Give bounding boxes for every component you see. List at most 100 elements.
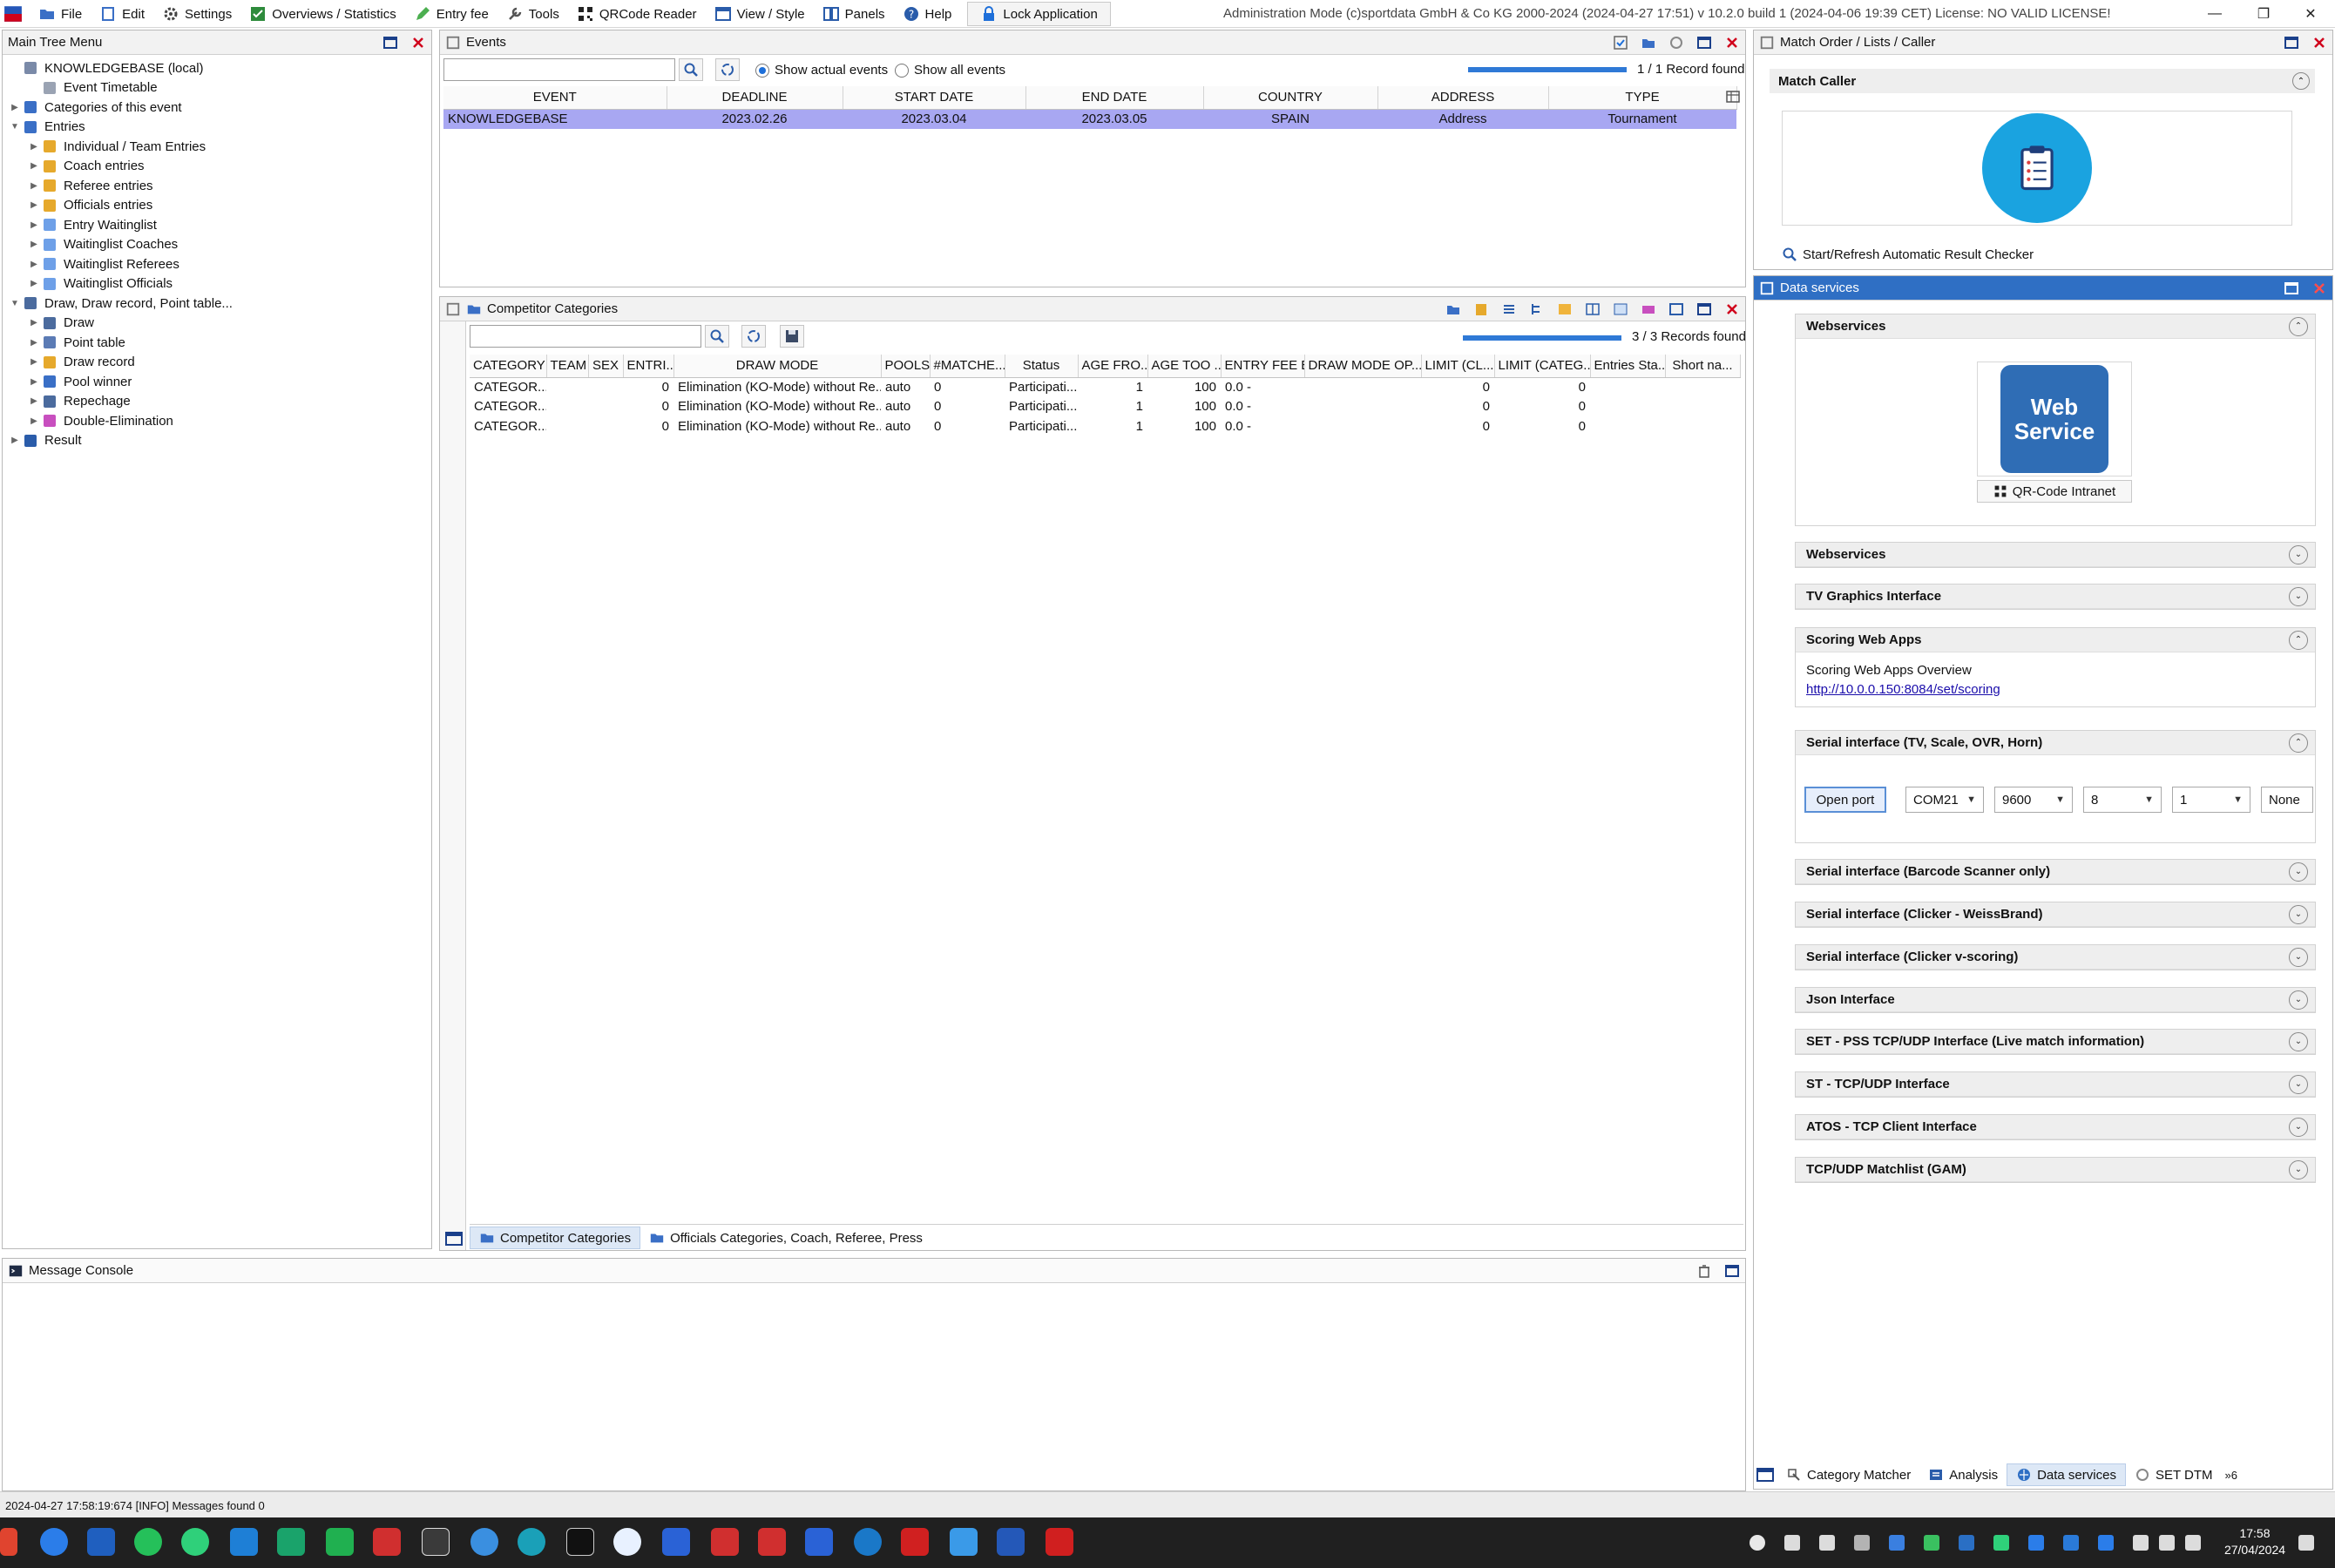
match-order-close-button[interactable] xyxy=(2310,33,2329,52)
tree-node[interactable]: ▶ Pool winner xyxy=(3,372,431,392)
arduino-icon[interactable] xyxy=(518,1528,545,1556)
close-window-button[interactable]: ✕ xyxy=(2286,0,2335,28)
table-row[interactable]: CATEGOR... 0 Elimination (KO-Mode) without… xyxy=(470,416,1740,436)
serial-tv-header[interactable]: Serial interface (TV, Scale, OVR, Horn) ⌃ xyxy=(1796,731,2315,755)
column-header[interactable]: START DATE xyxy=(843,86,1026,110)
tree-node[interactable]: Event Timetable xyxy=(3,78,431,98)
notes-app-icon[interactable] xyxy=(422,1528,450,1556)
menu-edit[interactable]: Edit xyxy=(91,2,153,26)
menu-view-style[interactable]: View / Style xyxy=(706,2,814,26)
column-header[interactable]: Status xyxy=(1005,355,1079,378)
events-search-input[interactable] xyxy=(443,58,675,81)
tree-node[interactable]: ▶ Referee entries xyxy=(3,176,431,196)
calculator-icon[interactable] xyxy=(277,1528,305,1556)
vscode-icon[interactable] xyxy=(230,1528,258,1556)
collapse-icon[interactable]: ⌃ xyxy=(2289,630,2308,650)
expand-icon[interactable]: ⌄ xyxy=(2289,544,2308,564)
bluetooth-icon[interactable] xyxy=(2063,1535,2079,1551)
sync-app-icon[interactable] xyxy=(181,1528,209,1556)
tree-node[interactable]: ▶ Categories of this event xyxy=(3,98,431,118)
expand-arrow-icon[interactable]: ▶ xyxy=(27,238,41,252)
qr-code-intranet-button[interactable]: QR-Code Intranet xyxy=(1977,480,2132,503)
terminal-icon[interactable] xyxy=(566,1528,594,1556)
tv-graphics-section[interactable]: TV Graphics Interface ⌄ xyxy=(1795,584,2316,610)
tool-tree-button[interactable] xyxy=(1527,300,1547,319)
tcp-udp-matchlist-section[interactable]: TCP/UDP Matchlist (GAM) ⌄ xyxy=(1795,1157,2316,1183)
tree-node[interactable]: ▶ Double-Elimination xyxy=(3,411,431,431)
menu-help[interactable]: ? Help xyxy=(894,2,961,26)
word-icon[interactable] xyxy=(997,1528,1025,1556)
expand-icon[interactable]: ⌄ xyxy=(2289,586,2308,606)
column-header[interactable]: AGE TOO ... xyxy=(1147,355,1222,378)
tray-music-icon[interactable] xyxy=(1819,1535,1835,1551)
column-header[interactable]: Short na... xyxy=(1665,355,1741,378)
tray-app4-icon[interactable] xyxy=(1959,1535,1974,1551)
column-header[interactable]: ADDRESS xyxy=(1377,86,1549,110)
volume-icon[interactable] xyxy=(2159,1535,2175,1551)
tray-app5-icon[interactable] xyxy=(2028,1535,2044,1551)
column-header[interactable]: AGE FRO... xyxy=(1078,355,1148,378)
column-header[interactable]: LIMIT (CL... xyxy=(1421,355,1495,378)
tree-node[interactable]: ▶ Entry Waitinglist xyxy=(3,215,431,235)
collapse-icon[interactable]: ⌃ xyxy=(2289,733,2308,753)
column-header[interactable]: ENTRI... xyxy=(623,355,674,378)
serial-port-select[interactable]: COM21 ▼ xyxy=(1905,787,1984,813)
expand-arrow-icon[interactable]: ▶ xyxy=(27,375,41,389)
edge-icon[interactable] xyxy=(613,1528,641,1556)
events-filter-button[interactable] xyxy=(1611,33,1630,52)
tool-open-button[interactable] xyxy=(1444,300,1463,319)
events-close-button[interactable] xyxy=(1722,33,1742,52)
table-row[interactable]: CATEGOR... 0 Elimination (KO-Mode) without… xyxy=(470,377,1740,397)
serial-barcode-section[interactable]: Serial interface (Barcode Scanner only) ⌄ xyxy=(1795,859,2316,885)
webservices-section-header[interactable]: Webservices ⌃ xyxy=(1796,314,2315,339)
tree-node[interactable]: ▶ Coach entries xyxy=(3,157,431,177)
expand-icon[interactable]: ⌄ xyxy=(2289,1117,2308,1137)
stop-bits-select[interactable]: 1 ▼ xyxy=(2172,787,2250,813)
menu-qrcode-reader[interactable]: QRCode Reader xyxy=(568,2,706,26)
lock-application-button[interactable]: Lock Application xyxy=(967,2,1111,26)
column-chooser-icon[interactable] xyxy=(1726,90,1740,104)
expand-arrow-icon[interactable]: ▶ xyxy=(27,199,41,213)
tool-export-button[interactable] xyxy=(1667,300,1686,319)
column-header[interactable]: DRAW MODE xyxy=(673,355,882,378)
events-open-button[interactable] xyxy=(1639,33,1658,52)
serial-weissbrand-section[interactable]: Serial interface (Clicker - WeissBrand) ⌄ xyxy=(1795,902,2316,928)
expand-icon[interactable]: ⌄ xyxy=(2289,1074,2308,1094)
expand-arrow-icon[interactable]: ▶ xyxy=(27,316,41,330)
column-header[interactable]: SEX xyxy=(588,355,624,378)
brave-browser-icon[interactable] xyxy=(0,1528,17,1556)
column-header[interactable]: ENTRY FEE E... xyxy=(1221,355,1305,378)
maximize-panel-button[interactable] xyxy=(381,33,400,52)
acrobat-icon[interactable] xyxy=(1046,1528,1073,1556)
tree-node[interactable]: ▶ Result xyxy=(3,431,431,451)
console-maximize-button[interactable] xyxy=(1722,1261,1742,1281)
expand-arrow-icon[interactable]: ▶ xyxy=(27,179,41,193)
data-services-close-button[interactable] xyxy=(2310,279,2329,298)
tray-app3-icon[interactable] xyxy=(1889,1535,1905,1551)
column-header[interactable]: TYPE xyxy=(1548,86,1737,110)
expand-arrow-icon[interactable]: ▶ xyxy=(8,434,22,448)
categories-maximize-button[interactable] xyxy=(1695,300,1714,319)
menu-settings[interactable]: Settings xyxy=(153,2,240,26)
tray-app-icon[interactable] xyxy=(1750,1535,1765,1551)
sportdata-blue2-icon[interactable] xyxy=(805,1528,833,1556)
column-header[interactable]: POOLS xyxy=(881,355,931,378)
expand-arrow-icon[interactable]: ▶ xyxy=(27,335,41,349)
expand-arrow-icon[interactable]: ▶ xyxy=(27,277,41,291)
json-interface-section[interactable]: Json Interface ⌄ xyxy=(1795,987,2316,1013)
match-order-maximize-button[interactable] xyxy=(2282,33,2301,52)
notifications-icon[interactable] xyxy=(2298,1535,2314,1551)
categories-search-input[interactable] xyxy=(470,325,701,348)
tab-competitor-categories[interactable]: Competitor Categories xyxy=(470,1227,641,1249)
column-header[interactable]: Entries Sta... xyxy=(1590,355,1666,378)
st-tcp-udp-section[interactable]: ST - TCP/UDP Interface ⌄ xyxy=(1795,1071,2316,1098)
expand-icon[interactable]: ⌄ xyxy=(2289,947,2308,967)
collapse-icon[interactable]: ⌃ xyxy=(2292,72,2310,90)
tree-node[interactable]: ▶ Point table xyxy=(3,333,431,353)
excel-like-icon[interactable] xyxy=(326,1528,354,1556)
expand-arrow-icon[interactable]: ▶ xyxy=(27,395,41,409)
collapse-icon[interactable]: ⌃ xyxy=(2289,316,2308,336)
tab-set-dtm[interactable]: SET DTM xyxy=(2126,1463,2222,1486)
tray-app6-icon[interactable] xyxy=(2098,1535,2114,1551)
tool-list-button[interactable] xyxy=(1499,300,1519,319)
